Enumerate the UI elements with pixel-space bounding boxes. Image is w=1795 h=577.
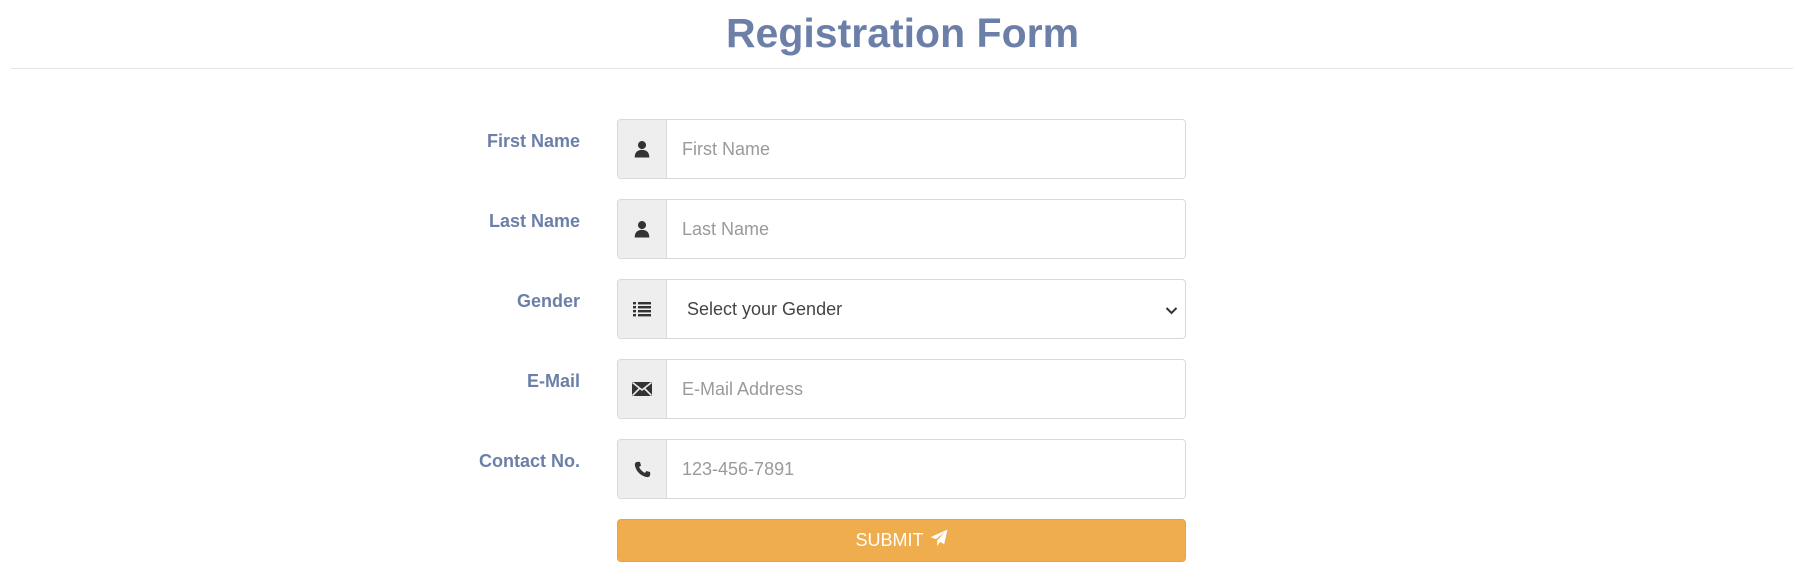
user-icon bbox=[618, 120, 667, 178]
list-icon bbox=[618, 280, 667, 338]
gender-group: Select your Gender bbox=[617, 279, 1186, 339]
first-name-group bbox=[617, 119, 1186, 179]
last-name-group bbox=[617, 199, 1186, 259]
email-row: E-Mail bbox=[0, 359, 1795, 421]
submit-button[interactable]: SUBMIT bbox=[617, 519, 1186, 562]
first-name-label: First Name bbox=[486, 131, 580, 151]
contact-input[interactable] bbox=[667, 440, 1185, 498]
contact-row: Contact No. bbox=[0, 439, 1795, 501]
page-title: Registration Form bbox=[725, 10, 1080, 56]
phone-icon bbox=[618, 440, 667, 498]
gender-row: Gender Select your Gender bbox=[0, 279, 1795, 341]
contact-label: Contact No. bbox=[479, 451, 580, 471]
gender-select[interactable]: Select your Gender bbox=[667, 280, 1185, 338]
submit-label: SUBMIT bbox=[855, 530, 924, 550]
last-name-input[interactable] bbox=[667, 200, 1185, 258]
gender-label: Gender bbox=[516, 291, 580, 311]
email-group bbox=[617, 359, 1186, 419]
contact-group bbox=[617, 439, 1186, 499]
email-label: E-Mail bbox=[526, 371, 580, 391]
gender-select-value: Select your Gender bbox=[687, 299, 843, 319]
registration-page: Registration Form First Name Last Name bbox=[0, 0, 1795, 577]
send-icon bbox=[930, 529, 948, 552]
chevron-down-icon bbox=[1165, 303, 1178, 321]
title-divider bbox=[11, 68, 1793, 69]
email-input[interactable] bbox=[667, 360, 1185, 418]
envelope-icon bbox=[618, 360, 667, 418]
user-icon bbox=[618, 200, 667, 258]
first-name-row: First Name bbox=[0, 119, 1795, 181]
last-name-label: Last Name bbox=[488, 211, 580, 231]
first-name-input[interactable] bbox=[667, 120, 1185, 178]
last-name-row: Last Name bbox=[0, 199, 1795, 261]
